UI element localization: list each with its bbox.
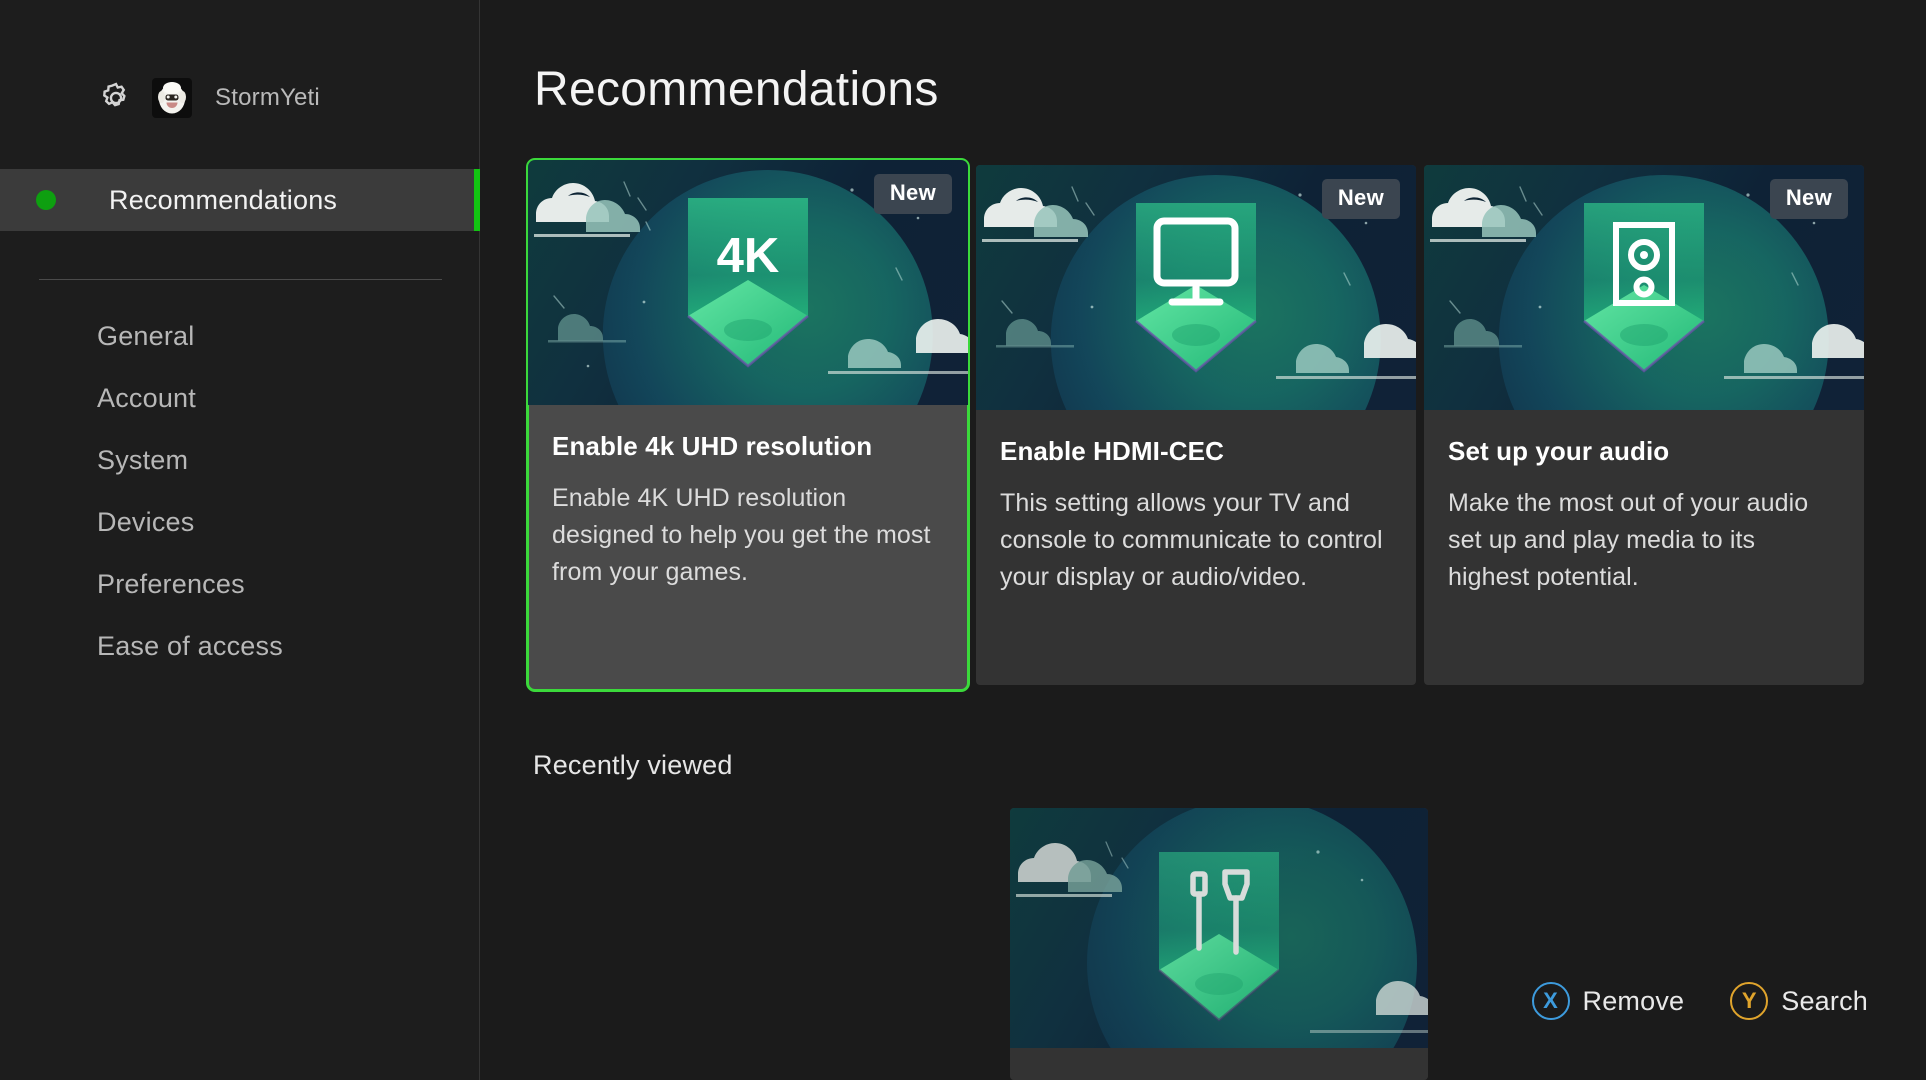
recommendation-card-row: 4K New Enable 4k UHD resolution Enable 4… bbox=[526, 158, 1864, 692]
main-content: Recommendations 4K New Enable 4k UHD res… bbox=[480, 0, 1926, 1080]
speaker-icon bbox=[1583, 203, 1705, 373]
page-title: Recommendations bbox=[534, 63, 939, 116]
gear-icon[interactable] bbox=[97, 79, 135, 117]
card-description: Enable 4K UHD resolution designed to hel… bbox=[552, 484, 931, 586]
monitor-icon bbox=[1135, 203, 1257, 373]
sidebar-item-label: Preferences bbox=[97, 568, 245, 599]
card-artwork bbox=[1010, 808, 1428, 1048]
sidebar-item-system[interactable]: System bbox=[0, 429, 480, 491]
card-artwork: New bbox=[1424, 165, 1864, 410]
sidebar-section-divider bbox=[39, 279, 442, 280]
sidebar-item-label: Recommendations bbox=[109, 184, 338, 215]
hint-label: Search bbox=[1781, 985, 1868, 1016]
sidebar-nav-list: General Account System Devices Preferenc… bbox=[0, 305, 480, 677]
hint-remove[interactable]: X Remove bbox=[1531, 982, 1685, 1020]
recommendation-card-hdmi-cec[interactable]: New Enable HDMI-CEC This setting allows … bbox=[976, 165, 1416, 685]
sidebar-item-general[interactable]: General bbox=[0, 305, 480, 367]
status-dot-icon bbox=[36, 190, 56, 210]
recently-viewed-heading: Recently viewed bbox=[533, 750, 733, 780]
xbox-settings-screen: StormYeti Recommendations General Accoun… bbox=[0, 0, 1926, 1080]
avatar[interactable] bbox=[152, 78, 192, 118]
card-body: Enable HDMI-CEC This setting allows your… bbox=[976, 410, 1416, 685]
card-body: Set up your audio Make the most out of y… bbox=[1424, 410, 1864, 685]
4k-badge-icon: 4K bbox=[687, 198, 809, 368]
sidebar-item-preferences[interactable]: Preferences bbox=[0, 553, 480, 615]
sidebar-item-label: Devices bbox=[97, 506, 195, 537]
new-badge: New bbox=[873, 174, 952, 214]
x-button-icon: X bbox=[1531, 982, 1570, 1020]
card-artwork: New bbox=[976, 165, 1416, 410]
button-hints: X Remove Y Search bbox=[1531, 982, 1869, 1020]
hint-label: Remove bbox=[1582, 985, 1685, 1016]
sidebar-item-label: General bbox=[97, 320, 195, 351]
recommendation-card-audio[interactable]: New Set up your audio Make the most out … bbox=[1424, 165, 1864, 685]
sidebar-item-label: Account bbox=[97, 382, 196, 413]
card-title: Set up your audio bbox=[1448, 436, 1670, 466]
sidebar-item-label: System bbox=[97, 444, 189, 475]
recently-viewed-card[interactable] bbox=[1010, 808, 1428, 1080]
card-title: Enable HDMI-CEC bbox=[1000, 436, 1224, 466]
profile-row[interactable]: StormYeti bbox=[0, 63, 480, 133]
card-title: Enable 4k UHD resolution bbox=[552, 431, 873, 461]
sidebar-item-ease-of-access[interactable]: Ease of access bbox=[0, 615, 480, 677]
new-badge: New bbox=[1769, 179, 1848, 219]
art-label-4k: 4K bbox=[717, 229, 780, 283]
new-badge: New bbox=[1321, 179, 1400, 219]
hint-search[interactable]: Y Search bbox=[1730, 982, 1868, 1020]
card-description: This setting allows your TV and console … bbox=[1000, 489, 1383, 591]
hdmi-cable-icon bbox=[1158, 852, 1280, 1022]
sidebar-item-devices[interactable]: Devices bbox=[0, 491, 480, 553]
recommendation-card-4k[interactable]: 4K New Enable 4k UHD resolution Enable 4… bbox=[526, 158, 970, 692]
gamertag: StormYeti bbox=[215, 84, 320, 111]
y-button-icon: Y bbox=[1730, 982, 1769, 1020]
card-body-strip bbox=[1010, 1048, 1428, 1080]
card-body: Enable 4k UHD resolution Enable 4K UHD r… bbox=[528, 405, 968, 690]
card-description: Make the most out of your audio set up a… bbox=[1448, 489, 1809, 591]
card-artwork: 4K New bbox=[528, 160, 968, 405]
sidebar-item-account[interactable]: Account bbox=[0, 367, 480, 429]
sidebar-item-recommendations[interactable]: Recommendations bbox=[0, 169, 480, 231]
sidebar: StormYeti Recommendations General Accoun… bbox=[0, 0, 480, 1080]
sidebar-item-label: Ease of access bbox=[97, 630, 283, 661]
